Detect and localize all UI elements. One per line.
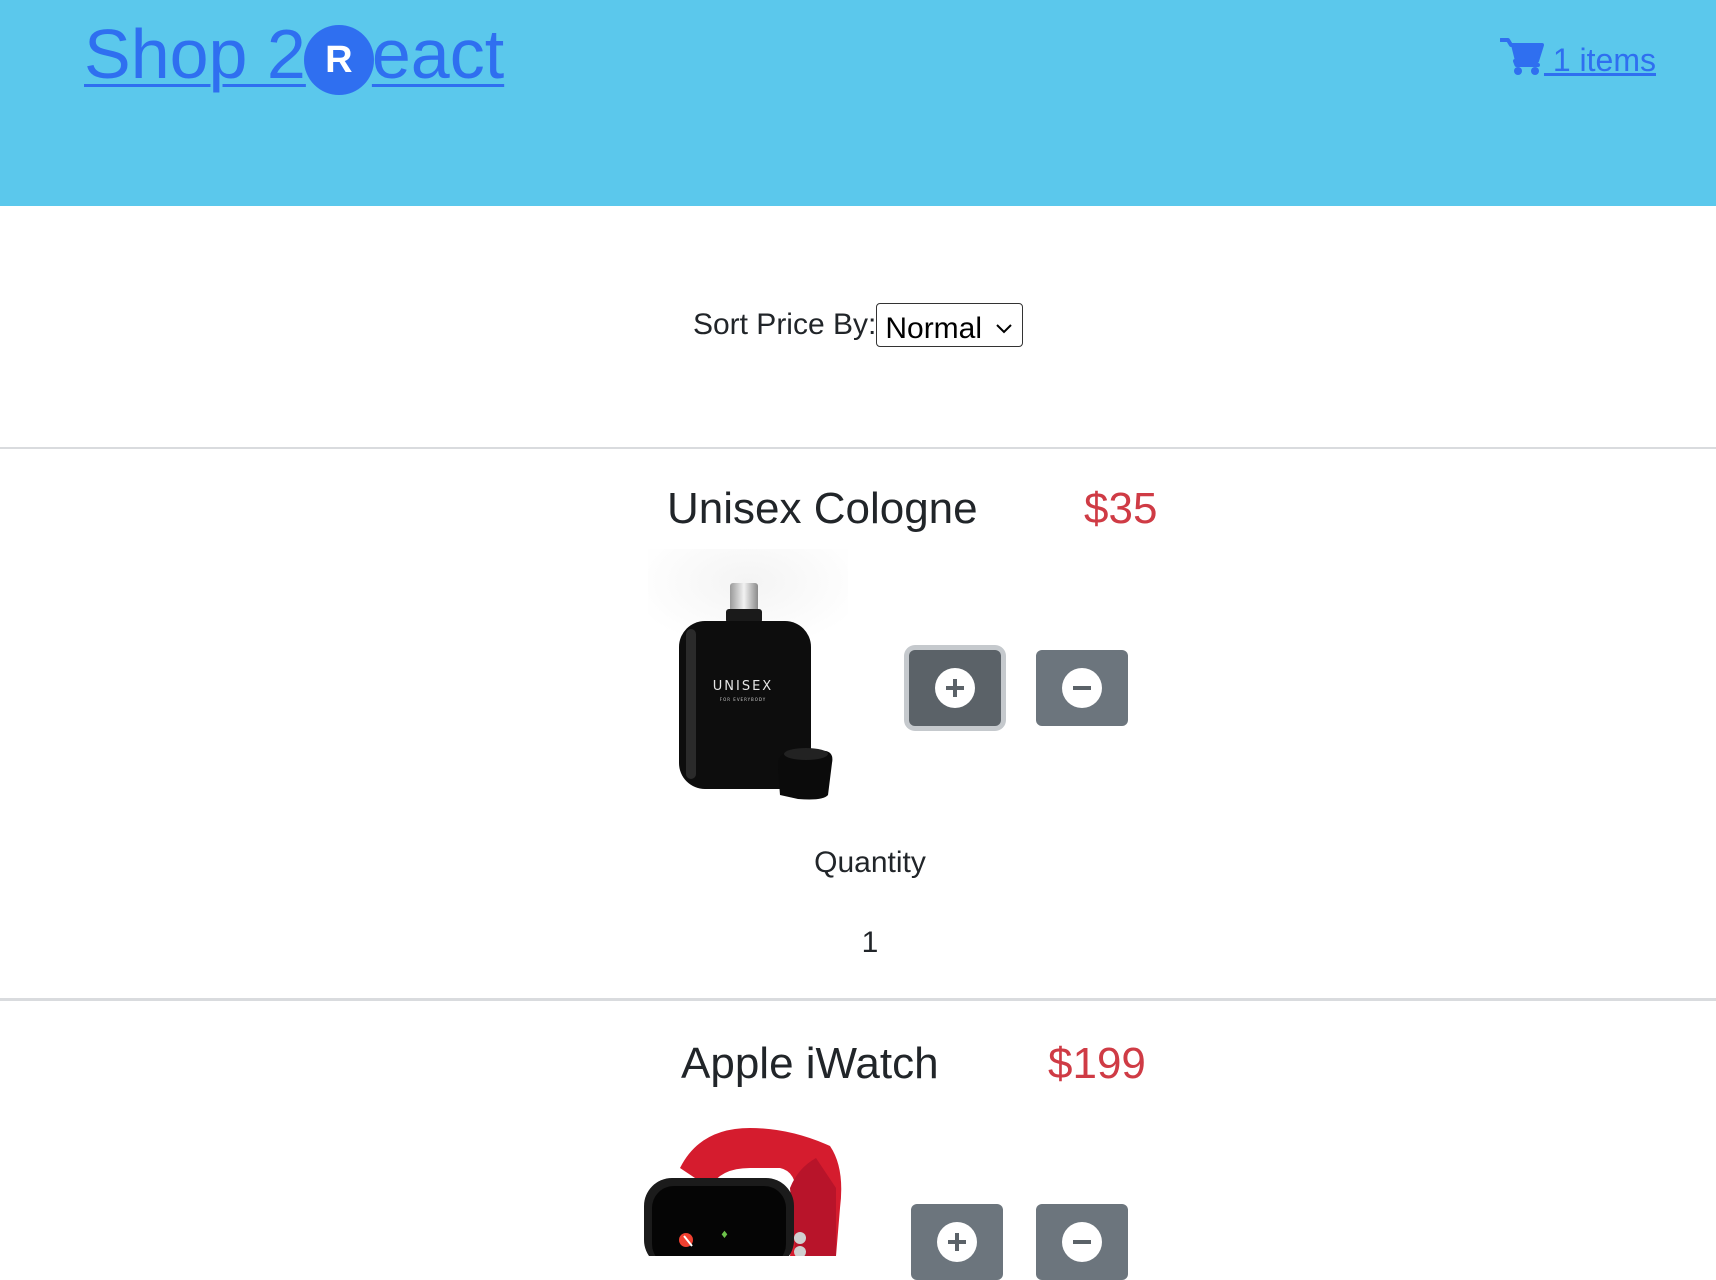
- product-title: Unisex Cologne: [667, 484, 978, 533]
- increase-quantity-button[interactable]: [911, 1204, 1003, 1280]
- product-title: Apple iWatch: [681, 1039, 939, 1088]
- minus-circle-icon: [1062, 1222, 1102, 1262]
- minus-circle-icon: [1062, 668, 1102, 708]
- chevron-down-icon: [996, 304, 1012, 346]
- product-price: $35: [1084, 484, 1158, 533]
- cart-link[interactable]: 1 items: [1498, 36, 1656, 84]
- svg-text:FOR EVERYBODY: FOR EVERYBODY: [720, 697, 766, 702]
- brand-text-prefix: Shop 2: [84, 15, 306, 93]
- top-header: Shop 2 React 1 items: [0, 0, 1716, 206]
- decrease-quantity-button[interactable]: [1036, 1204, 1128, 1280]
- sort-label: Sort Price By:: [692, 308, 877, 342]
- brand-text-suffix: eact: [371, 15, 505, 93]
- product-card: Unisex Cologne $35 UNISEX FOR EVERYBODY …: [0, 449, 1716, 999]
- quantity-value: 1: [861, 926, 879, 959]
- increase-quantity-button[interactable]: [909, 650, 1001, 726]
- sort-price-select[interactable]: Normal: [876, 303, 1024, 348]
- product-card: Apple iWatch $199 ♦: [0, 1001, 1716, 1280]
- shopping-cart-icon: [1498, 38, 1544, 75]
- cart-count-label: 1 items: [1543, 42, 1656, 78]
- svg-text:♦: ♦: [720, 1230, 729, 1241]
- quantity-label: Quantity: [814, 846, 926, 879]
- brand-link[interactable]: Shop 2 React: [84, 14, 504, 95]
- bottle-label: UNISEX: [713, 679, 773, 694]
- sort-selected-value: Normal: [885, 312, 983, 346]
- plus-circle-icon: [937, 1222, 977, 1262]
- sort-row: Sort Price By: Normal: [0, 300, 1716, 349]
- decrease-quantity-button[interactable]: [1036, 650, 1128, 726]
- product-image: ♦: [640, 1128, 842, 1268]
- product-image: UNISEX FOR EVERYBODY: [648, 549, 848, 809]
- product-price: $199: [1048, 1039, 1146, 1088]
- plus-circle-icon: [935, 668, 975, 708]
- react-logo-icon: R: [303, 25, 374, 95]
